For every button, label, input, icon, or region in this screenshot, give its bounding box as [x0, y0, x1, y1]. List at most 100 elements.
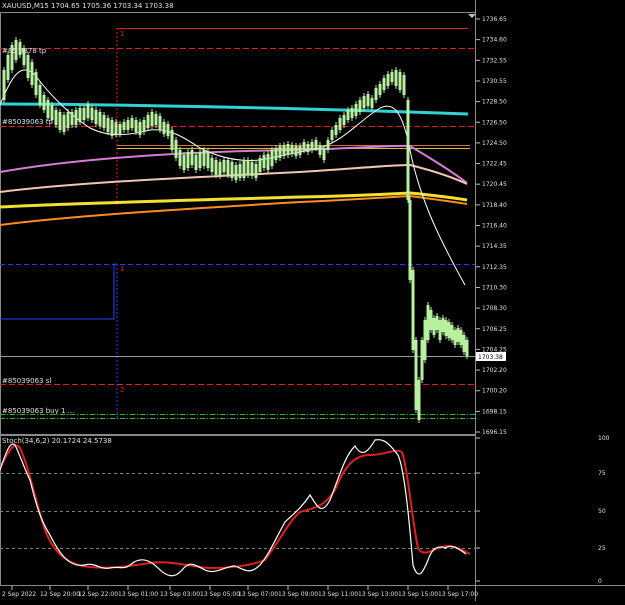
price-tick-label: 1734.60	[482, 37, 507, 44]
candle-body	[90, 108, 94, 120]
candle-body	[274, 148, 278, 160]
candle-body	[394, 70, 398, 86]
price-tick-label: 1728.50	[482, 99, 507, 106]
candle-body	[186, 152, 190, 168]
price-tick-label: 1718.40	[482, 202, 507, 209]
candle-body	[254, 164, 258, 178]
chart-window[interactable]: XAUUSD,M15 1704.65 1705.36 1703.34 1703.…	[0, 0, 625, 601]
candle-body	[306, 144, 310, 152]
price-tick-label: 1736.65	[482, 16, 507, 23]
candle-body	[342, 115, 346, 125]
candle-body	[338, 118, 342, 130]
candle-body	[94, 110, 98, 124]
candle-body	[420, 340, 424, 380]
candle-body	[441, 318, 445, 332]
candle-body	[330, 130, 334, 140]
candle-body	[138, 122, 142, 135]
candle-body	[158, 116, 162, 130]
price-tick-label: 1716.40	[482, 223, 507, 230]
blue-box	[0, 263, 117, 320]
price-tick-label: 1730.55	[482, 78, 507, 85]
candle-body	[198, 152, 202, 168]
candle-body	[318, 145, 322, 155]
candle-body	[402, 75, 406, 95]
candle-body	[444, 320, 448, 336]
candle-body	[182, 155, 186, 170]
price-tick-label: 1702.20	[482, 367, 507, 374]
candle-body	[358, 100, 362, 112]
candle-body	[214, 160, 218, 175]
time-axis: 2 Sep 2022 12 Sep 20:0012 Sep 22:00 13 Sep…	[2, 586, 478, 598]
candle-body	[102, 115, 106, 128]
fibo-label-2: 2	[120, 386, 124, 394]
time-tick-label: 2 Sep 2022	[2, 591, 36, 598]
candle-body	[266, 154, 270, 170]
candle-body	[398, 72, 402, 90]
candle-body	[302, 142, 306, 150]
candle-body	[423, 320, 427, 360]
candle-body	[226, 160, 230, 175]
price-tick-label: 1732.55	[482, 57, 507, 64]
candle-body	[414, 340, 418, 410]
candle-body	[58, 112, 62, 130]
candle-body	[450, 325, 454, 340]
candle-body	[278, 146, 282, 158]
candle-body	[178, 150, 182, 166]
shift-marker-icon[interactable]	[468, 14, 476, 18]
price-tick-label: 1714.35	[482, 243, 507, 250]
candle-body	[150, 112, 154, 126]
candle-body	[38, 85, 42, 105]
candle-body	[246, 160, 250, 175]
candle-body	[46, 100, 50, 118]
candle-body	[30, 62, 34, 85]
candle-body	[134, 120, 138, 132]
current-price-label: 1703.38	[478, 354, 503, 361]
stoch-main-line	[0, 439, 467, 577]
candle-body	[170, 130, 174, 150]
candle-body	[122, 122, 126, 130]
price-tick-label: 1726.50	[482, 119, 507, 126]
candle-body	[286, 144, 290, 155]
candle-body	[262, 155, 266, 168]
candle-body	[270, 150, 274, 166]
candle-body	[432, 318, 436, 335]
time-tick-label: 13 Sep 17:00	[438, 591, 478, 598]
candle-body	[366, 94, 370, 106]
candle-body	[66, 112, 70, 128]
chart-canvas[interactable]: XAUUSD,M15 1704.65 1705.36 1703.34 1703.…	[0, 0, 625, 601]
candle-body	[190, 150, 194, 165]
candle-body	[234, 165, 238, 180]
candle-body	[314, 140, 318, 148]
price-tick-label: 1708.30	[482, 305, 507, 312]
candle-body	[114, 122, 118, 134]
price-tick-label: 1712.35	[482, 264, 507, 271]
chart-header: XAUUSD,M15 1704.65 1705.36 1703.34 1703.…	[2, 2, 174, 10]
candle-body	[294, 146, 298, 156]
price-tick-label: 1720.45	[482, 181, 507, 188]
price-tick-label: 1724.50	[482, 140, 507, 147]
candle-body	[222, 160, 226, 172]
candle-body	[154, 114, 158, 125]
time-tick-label: 13 Sep 13:00	[358, 591, 398, 598]
candle-body	[142, 120, 146, 132]
candle-body	[118, 124, 122, 134]
candle-body	[390, 72, 394, 82]
candle-body	[447, 322, 451, 338]
candle-body	[370, 98, 374, 108]
candle-body	[408, 200, 412, 280]
candle-body	[210, 158, 214, 172]
candle-body	[326, 140, 330, 150]
candle-body	[130, 118, 134, 128]
candle-body	[250, 162, 254, 176]
stoch-axis: 100 75 50 25 0	[476, 435, 610, 585]
candle-body	[218, 162, 222, 176]
candle-body	[162, 122, 166, 134]
price-tick-label: 1722.45	[482, 161, 507, 168]
candle-body	[238, 164, 242, 178]
candle-body	[411, 270, 415, 350]
candle-body	[378, 84, 382, 95]
time-tick-label: 13 Sep 09:00	[278, 591, 318, 598]
candle-body	[386, 74, 390, 86]
sl-label: #85039063 sl	[2, 377, 51, 385]
time-tick-label: 12 Sep 20:00	[40, 591, 80, 598]
